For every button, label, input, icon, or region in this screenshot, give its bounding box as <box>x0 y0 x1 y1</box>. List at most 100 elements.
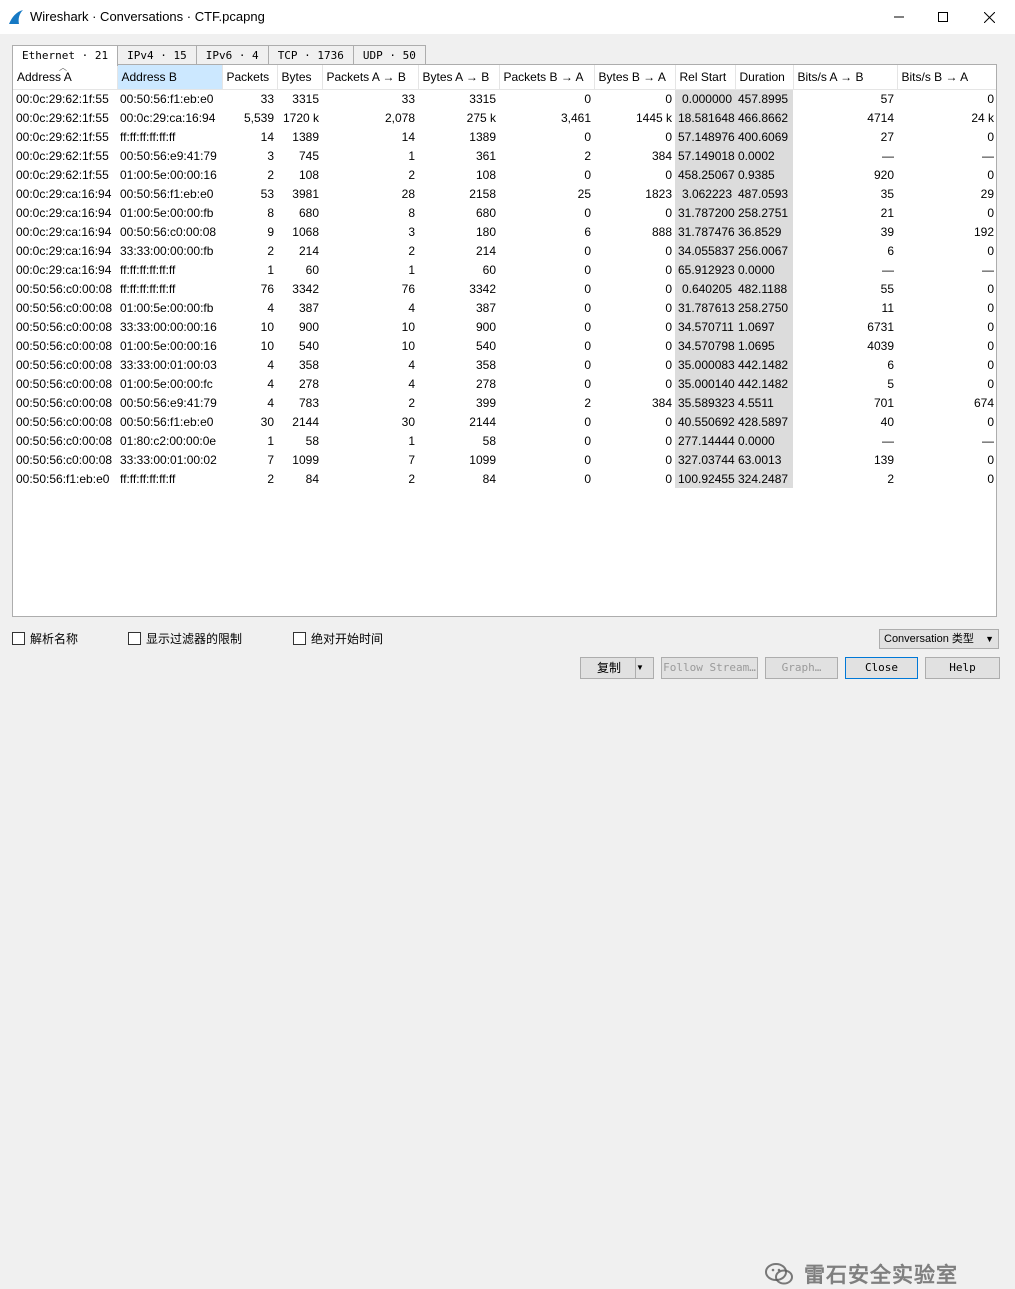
table-cell: 674 <box>973 395 994 410</box>
tab-udp[interactable]: UDP · 50 <box>352 45 426 65</box>
help-button[interactable]: Help <box>925 657 1000 679</box>
conversations-table-frame[interactable]: Address A ︿ Address B Packets Bytes Packe… <box>12 64 997 617</box>
table-cell: 442.1482 <box>735 374 793 393</box>
table-cell: 0 <box>584 433 591 448</box>
table-cell: 00:0c:29:ca:16:94 <box>16 186 112 201</box>
table-cell: 0 <box>584 262 591 277</box>
col-header-packets-b-a[interactable]: Packets B → A <box>499 65 595 90</box>
table-row[interactable]: 00:50:56:c0:00:08 01:00:5e:00:00:fc 4 278 4 2… <box>13 374 996 393</box>
table-row[interactable]: 00:0c:29:ca:16:94 00:50:56:f1:eb:e0 53 3981… <box>13 184 996 203</box>
col-header-label: Packets A → B <box>326 69 406 84</box>
table-cell: 39 <box>880 224 894 239</box>
table-cell: 35.589323 <box>675 393 735 412</box>
col-header-rel-start[interactable]: Rel Start <box>675 65 736 90</box>
col-header-bytes-a-b[interactable]: Bytes A → B <box>418 65 500 90</box>
table-cell: 57.149018 <box>675 146 735 165</box>
col-header-address-a[interactable]: Address A ︿ <box>13 65 118 90</box>
table-cell: 00:0c:29:62:1f:55 <box>16 167 109 182</box>
name-resolution-checkbox[interactable]: 解析名称 <box>12 630 78 647</box>
table-cell: 358 <box>298 357 319 372</box>
minimize-button[interactable] <box>876 0 922 34</box>
table-cell: 1 <box>267 262 274 277</box>
chevron-down-icon: ▼ <box>635 658 653 678</box>
close-button[interactable]: Close <box>845 657 918 679</box>
table-row[interactable]: 00:50:56:c0:00:08 00:50:56:f1:eb:e0 30 2144… <box>13 412 996 431</box>
table-cell: 00:50:56:f1:eb:e0 <box>120 186 214 201</box>
conversation-type-combo[interactable]: Conversation 类型 ▼ <box>879 629 999 649</box>
table-cell: 442.1482 <box>735 355 793 374</box>
checkbox-label: 解析名称 <box>30 632 79 646</box>
table-row[interactable]: 00:0c:29:ca:16:94 ff:ff:ff:ff:ff:ff 1 60 1 60… <box>13 260 996 279</box>
table-row[interactable]: 00:50:56:c0:00:08 01:00:5e:00:00:16 10 540 1… <box>13 336 996 355</box>
table-cell: 57 <box>880 91 894 106</box>
table-row[interactable]: 00:0c:29:62:1f:55 ff:ff:ff:ff:ff:ff 14 1389… <box>13 127 996 146</box>
table-row[interactable]: 00:0c:29:ca:16:94 01:00:5e:00:00:fb 8 680 8 6… <box>13 203 996 222</box>
table-row[interactable]: 00:0c:29:ca:16:94 33:33:00:00:00:fb 2 214 2 2… <box>13 241 996 260</box>
table-cell: 0 <box>665 129 672 144</box>
table-row[interactable]: 00:0c:29:ca:16:94 00:50:56:c0:00:08 9 1068 3… <box>13 222 996 241</box>
table-cell: 1 <box>408 148 415 163</box>
table-cell: ff:ff:ff:ff:ff:ff <box>120 262 176 277</box>
col-header-bytes-b-a[interactable]: Bytes B → A <box>594 65 676 90</box>
table-cell: 0 <box>987 300 994 315</box>
checkbox-box[interactable] <box>128 632 141 645</box>
table-row[interactable]: 00:0c:29:62:1f:55 01:00:5e:00:00:16 2 108 2 1… <box>13 165 996 184</box>
table-cell: 8 <box>267 205 274 220</box>
table-cell: 0 <box>584 205 591 220</box>
table-row[interactable]: 00:50:56:c0:00:08 33:33:00:00:00:16 10 900 1… <box>13 317 996 336</box>
col-header-bits-b-a[interactable]: Bits/s B → A <box>897 65 996 90</box>
table-cell: 387 <box>475 300 496 315</box>
table-cell: 387 <box>298 300 319 315</box>
tab-ipv4[interactable]: IPv4 · 15 <box>117 45 197 65</box>
table-row[interactable]: 00:50:56:c0:00:08 00:50:56:e9:41:79 4 783 2 3… <box>13 393 996 412</box>
table-cell: 6731 <box>867 319 894 334</box>
table-row[interactable]: 00:50:56:c0:00:08 01:80:c2:00:00:0e 1 58 1 58… <box>13 431 996 450</box>
table-cell: 0 <box>987 129 994 144</box>
tab-ipv6[interactable]: IPv6 · 4 <box>195 45 269 65</box>
table-cell: 0 <box>584 357 591 372</box>
col-header-bytes[interactable]: Bytes <box>277 65 323 90</box>
table-row[interactable]: 00:0c:29:62:1f:55 00:50:56:f1:eb:e0 33 3315… <box>13 89 996 108</box>
table-cell: 3315 <box>292 91 319 106</box>
col-header-packets[interactable]: Packets <box>222 65 278 90</box>
watermark: 雷石安全实验室 <box>764 1259 958 1289</box>
col-header-bits-a-b[interactable]: Bits/s A → B <box>793 65 898 90</box>
table-cell: 27 <box>880 129 894 144</box>
tab-tcp[interactable]: TCP · 1736 <box>267 45 354 65</box>
table-cell: 745 <box>298 148 319 163</box>
table-row[interactable]: 00:50:56:c0:00:08 33:33:00:01:00:03 4 358 4 3… <box>13 355 996 374</box>
table-row[interactable]: 00:50:56:f1:eb:e0 ff:ff:ff:ff:ff:ff 2 84 2 84… <box>13 469 996 488</box>
graph-button[interactable]: Graph… <box>765 657 838 679</box>
table-cell: 1823 <box>645 186 672 201</box>
table-row[interactable]: 00:50:56:c0:00:08 ff:ff:ff:ff:ff:ff 76 3342… <box>13 279 996 298</box>
table-row[interactable]: 00:50:56:c0:00:08 33:33:00:01:00:02 7 1099 7… <box>13 450 996 469</box>
table-cell: 1389 <box>292 129 319 144</box>
follow-stream-button[interactable]: Follow Stream… <box>661 657 758 679</box>
table-cell: 275 k <box>466 110 496 125</box>
tab-ethernet[interactable]: Ethernet · 21 <box>12 45 119 66</box>
table-row[interactable]: 00:0c:29:62:1f:55 00:50:56:e9:41:79 3 745 1 3… <box>13 146 996 165</box>
limit-to-filter-checkbox[interactable]: 显示过滤器的限制 <box>128 630 242 647</box>
table-cell: 0 <box>584 243 591 258</box>
table-cell: 466.8662 <box>735 108 793 127</box>
table-cell: 00:50:56:c0:00:08 <box>16 300 113 315</box>
table-cell: 00:50:56:f1:eb:e0 <box>16 471 110 486</box>
col-header-duration[interactable]: Duration <box>735 65 794 90</box>
checkbox-box[interactable] <box>12 632 25 645</box>
col-header-label: Duration <box>739 69 785 84</box>
close-icon <box>983 11 995 23</box>
col-header-packets-a-b[interactable]: Packets A → B <box>322 65 419 90</box>
table-row[interactable]: 00:50:56:c0:00:08 01:00:5e:00:00:fb 4 387 4 3… <box>13 298 996 317</box>
table-cell: 55 <box>880 281 894 296</box>
close-window-button[interactable] <box>966 0 1012 34</box>
table-cell: 33 <box>401 91 415 106</box>
col-header-address-b[interactable]: Address B <box>117 65 223 90</box>
copy-button[interactable]: 复制 ▼ <box>580 657 654 679</box>
table-cell: 0 <box>584 319 591 334</box>
table-row[interactable]: 00:0c:29:62:1f:55 00:0c:29:ca:16:94 5,539 1… <box>13 108 996 127</box>
table-cell: 10 <box>401 338 415 353</box>
table-cell: 0 <box>665 262 672 277</box>
checkbox-box[interactable] <box>293 632 306 645</box>
absolute-start-time-checkbox[interactable]: 绝对开始时间 <box>293 630 383 647</box>
maximize-button[interactable] <box>920 0 966 34</box>
